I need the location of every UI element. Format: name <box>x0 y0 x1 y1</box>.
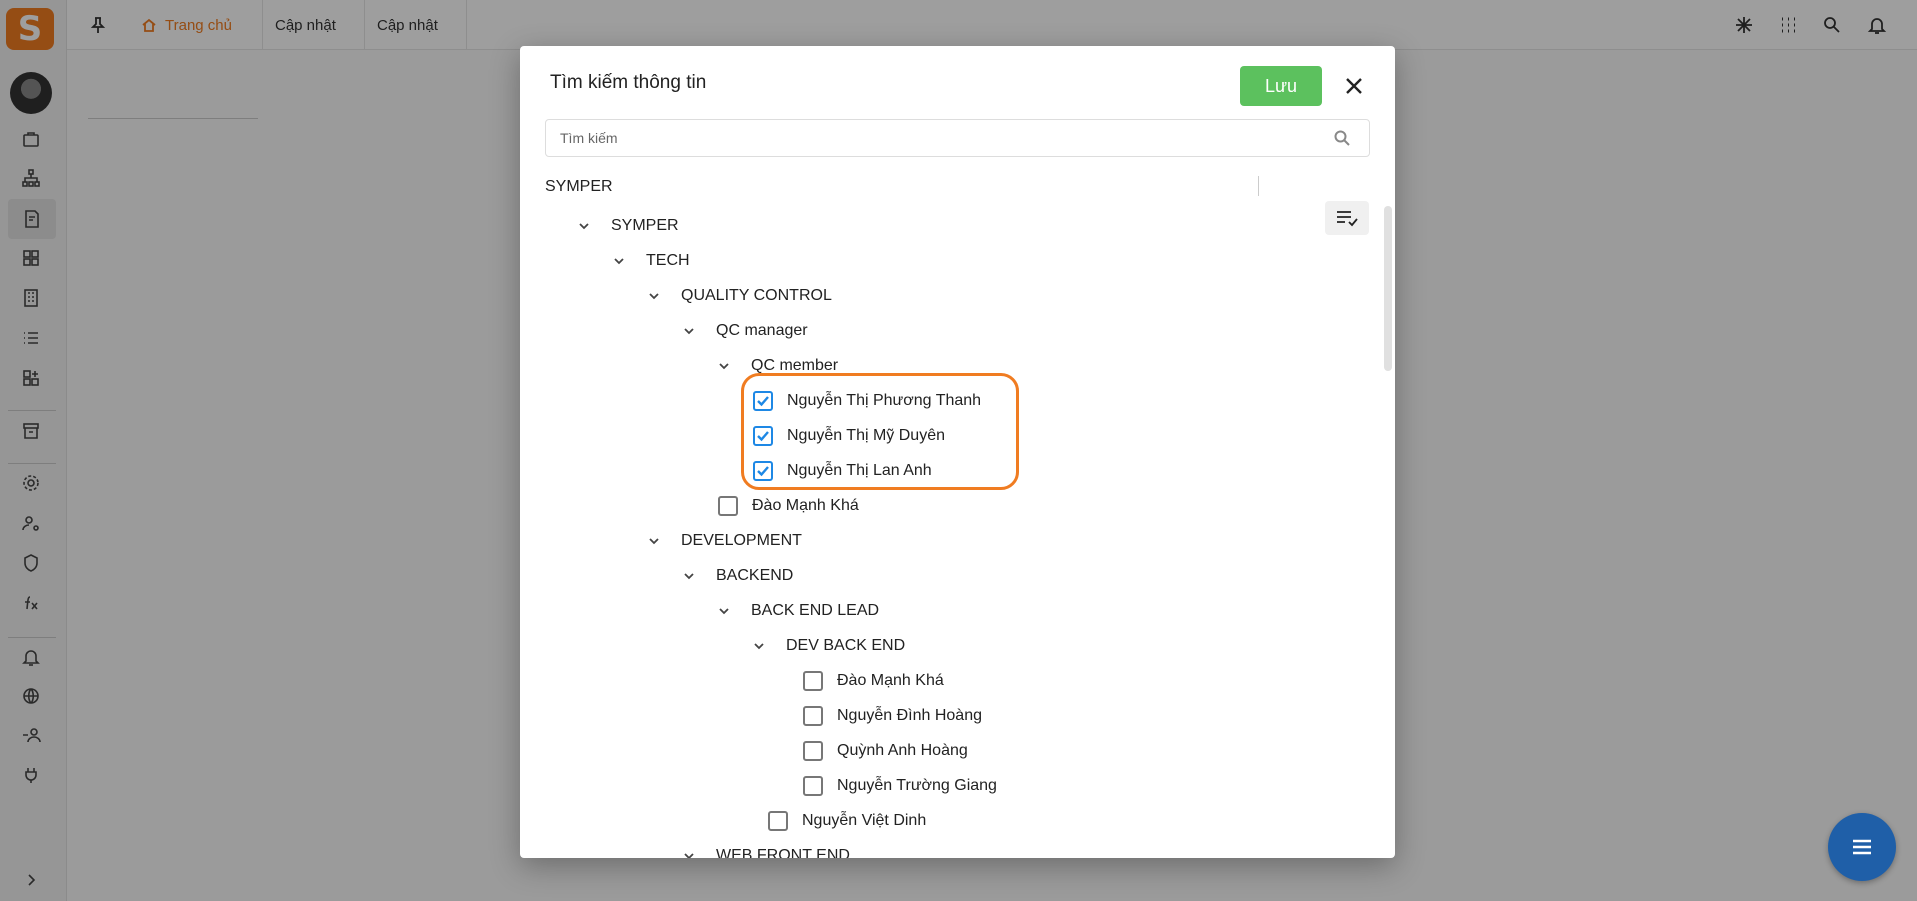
chevron-down-icon[interactable] <box>646 288 662 304</box>
tree-node-label: Nguyễn Đình Hoàng <box>837 707 982 724</box>
selection-highlight <box>741 373 1019 490</box>
scrollbar[interactable] <box>1384 206 1392 371</box>
checkbox[interactable] <box>803 671 823 691</box>
tree-group-node[interactable]: WEB FRONT END <box>681 842 850 858</box>
tree-node-label: TECH <box>646 252 690 269</box>
tree-group-node[interactable]: TECH <box>611 247 690 275</box>
checkbox[interactable] <box>718 496 738 516</box>
tree-node-label: Đào Mạnh Khá <box>752 497 859 514</box>
tree-user-node[interactable]: Nguyễn Trường Giang <box>803 772 997 800</box>
tree-group-node[interactable]: QC manager <box>681 317 808 345</box>
chevron-down-icon[interactable] <box>751 638 767 654</box>
close-button[interactable] <box>1340 72 1368 100</box>
close-icon <box>1346 78 1362 94</box>
chevron-down-icon[interactable] <box>681 323 697 339</box>
chevron-down-icon[interactable] <box>646 533 662 549</box>
search-box <box>545 119 1370 157</box>
search-input[interactable] <box>560 120 1320 156</box>
tree-user-node[interactable]: Đào Mạnh Khá <box>718 492 859 520</box>
tree-node-label: Nguyễn Trường Giang <box>837 777 997 794</box>
sort-list-button[interactable] <box>1325 201 1369 235</box>
search-icon[interactable] <box>1333 129 1351 147</box>
tree-node-label: QC manager <box>716 322 808 339</box>
chevron-down-icon[interactable] <box>611 253 627 269</box>
search-dialog: Tìm kiếm thông tin Lưu SYMPER SYMPER TECH… <box>520 46 1395 858</box>
tree-node-label: Quỳnh Anh Hoàng <box>837 742 968 759</box>
tree-node-label: BACKEND <box>716 567 794 584</box>
tree-node-label: SYMPER <box>611 217 679 234</box>
checkbox[interactable] <box>803 741 823 761</box>
menu-fab-button[interactable] <box>1828 813 1896 881</box>
tree-node-label: DEV BACK END <box>786 637 906 654</box>
sort-check-icon <box>1337 211 1358 227</box>
tree-node-label: QUALITY CONTROL <box>681 287 832 304</box>
menu-icon <box>1853 839 1871 855</box>
dialog-title: Tìm kiếm thông tin <box>550 72 707 93</box>
tree-node-label: DEVELOPMENT <box>681 532 802 549</box>
checkbox[interactable] <box>768 811 788 831</box>
tree-user-node[interactable]: Quỳnh Anh Hoàng <box>803 737 968 765</box>
tree-user-node[interactable]: Nguyễn Đình Hoàng <box>803 702 982 730</box>
tree-user-node[interactable]: Nguyễn Việt Dinh <box>768 807 926 835</box>
tree-group-node[interactable]: DEV BACK END <box>751 632 905 660</box>
tree-group-node[interactable]: BACKEND <box>681 562 793 590</box>
tree-node-label: WEB FRONT END <box>716 847 850 858</box>
chevron-down-icon[interactable] <box>716 358 732 374</box>
tree-group-node[interactable]: QUALITY CONTROL <box>646 282 832 310</box>
tree-group-node[interactable]: SYMPER <box>576 212 679 240</box>
chevron-down-icon[interactable] <box>716 603 732 619</box>
tree-group-node[interactable]: DEVELOPMENT <box>646 527 802 555</box>
tree-node-label: Đào Mạnh Khá <box>837 672 944 689</box>
vertical-divider <box>1258 176 1259 196</box>
tree-node-label: BACK END LEAD <box>751 602 880 619</box>
tree-user-node[interactable]: Đào Mạnh Khá <box>803 667 944 695</box>
tree-root-label: SYMPER <box>545 178 613 195</box>
checkbox[interactable] <box>803 706 823 726</box>
tree-node-label: Nguyễn Việt Dinh <box>802 812 927 829</box>
checkbox[interactable] <box>803 776 823 796</box>
chevron-down-icon[interactable] <box>681 568 697 584</box>
tree-group-node[interactable]: BACK END LEAD <box>716 597 879 625</box>
chevron-down-icon[interactable] <box>681 848 697 858</box>
save-button[interactable]: Lưu <box>1240 66 1322 106</box>
chevron-down-icon[interactable] <box>576 218 592 234</box>
